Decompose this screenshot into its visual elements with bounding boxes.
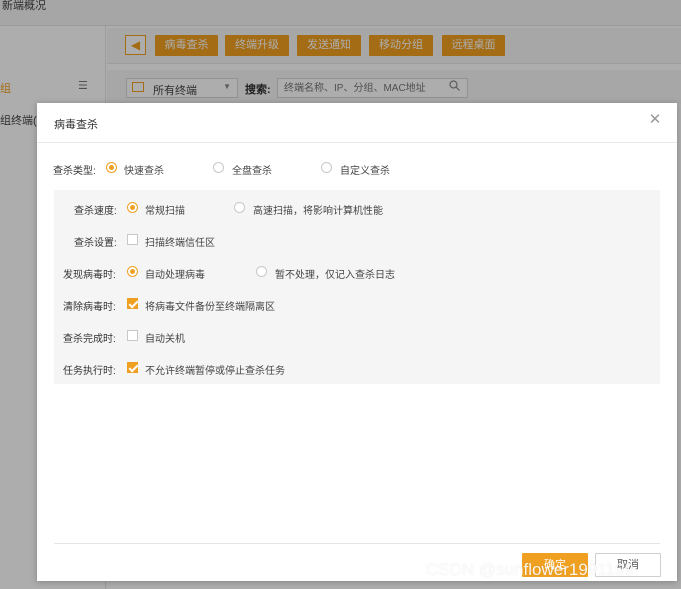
scan-type-quick-label[interactable]: 快速查杀 (124, 162, 164, 177)
auto-shutdown-label[interactable]: 自动关机 (145, 330, 185, 345)
close-icon[interactable]: ✕ (648, 112, 662, 127)
task-execution-label: 任务执行时: (63, 366, 116, 377)
backup-quarantine-checkbox[interactable] (127, 298, 138, 309)
virus-scan-dialog: 病毒查杀 ✕ 查杀类型: 快速查杀 全盘查杀 自定义查杀 查杀速度: 常规扫描 … (37, 103, 677, 581)
scan-speed-normal-radio[interactable] (127, 202, 138, 213)
scan-type-quick-radio[interactable] (106, 162, 117, 173)
scan-type-full-radio[interactable] (213, 162, 224, 173)
backup-quarantine-label[interactable]: 将病毒文件备份至终端隔离区 (145, 298, 275, 313)
scan-speed-fast-radio[interactable] (234, 202, 245, 213)
scan-type-label: 查杀类型: (53, 166, 96, 177)
auto-handle-label[interactable]: 自动处理病毒 (145, 266, 205, 281)
virus-found-label: 发现病毒时: (63, 270, 116, 281)
scan-speed-label: 查杀速度: (74, 206, 117, 217)
footer-divider (54, 543, 660, 544)
scan-trusted-zone-checkbox[interactable] (127, 234, 138, 245)
log-only-label[interactable]: 暂不处理，仅记入查杀日志 (275, 266, 395, 281)
scan-settings-label: 查杀设置: (74, 238, 117, 249)
auto-shutdown-checkbox[interactable] (127, 330, 138, 341)
scan-type-custom-label[interactable]: 自定义查杀 (340, 162, 390, 177)
disallow-pause-checkbox[interactable] (127, 362, 138, 373)
scan-type-custom-radio[interactable] (321, 162, 332, 173)
dialog-title: 病毒查杀 (54, 119, 98, 131)
scan-options-panel (54, 190, 660, 384)
auto-handle-radio[interactable] (127, 266, 138, 277)
scan-type-full-label[interactable]: 全盘查杀 (232, 162, 272, 177)
scan-speed-normal-label[interactable]: 常规扫描 (145, 202, 185, 217)
scan-trusted-zone-label[interactable]: 扫描终端信任区 (145, 234, 215, 249)
watermark: CSDN @sunflower1991199 (426, 560, 634, 579)
dialog-header: 病毒查杀 ✕ (37, 103, 677, 143)
scan-complete-label: 查杀完成时: (63, 334, 116, 345)
disallow-pause-label[interactable]: 不允许终端暂停或停止查杀任务 (145, 362, 285, 377)
log-only-radio[interactable] (256, 266, 267, 277)
scan-speed-fast-label[interactable]: 高速扫描，将影响计算机性能 (253, 202, 383, 217)
clean-virus-label: 清除病毒时: (63, 302, 116, 313)
